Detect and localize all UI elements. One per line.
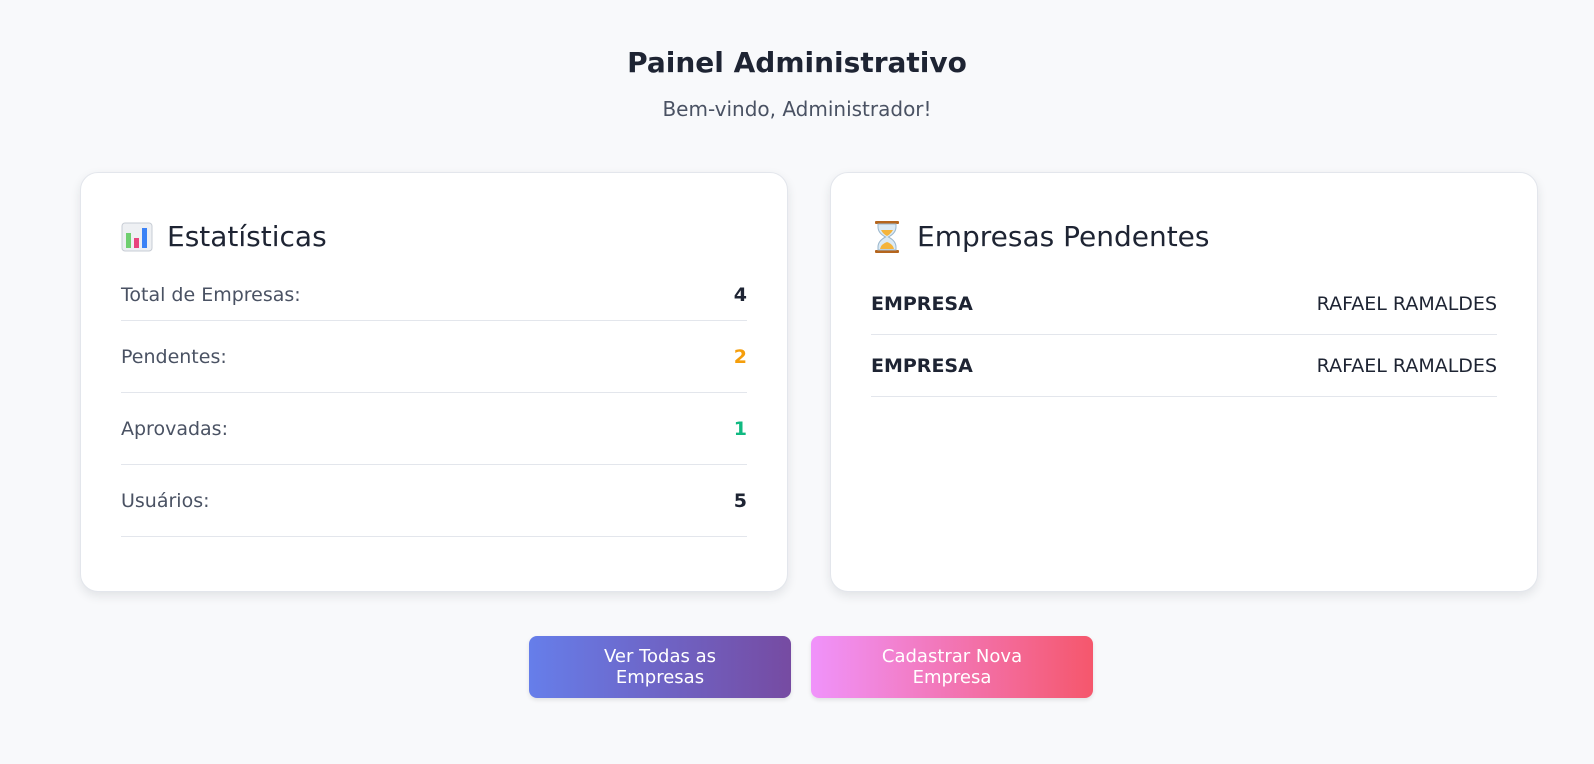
- company-owner: RAFAEL RAMALDES: [1316, 292, 1497, 315]
- hourglass-icon: [871, 220, 903, 254]
- stat-value: 5: [733, 489, 747, 512]
- pending-company-row[interactable]: EMPRESA RAFAEL RAMALDES: [871, 335, 1497, 397]
- view-all-companies-button[interactable]: Ver Todas as Empresas: [529, 636, 791, 698]
- pending-title-text: Empresas Pendentes: [917, 220, 1210, 253]
- welcome-message: Bem-vindo, Administrador!: [662, 97, 932, 121]
- register-company-button[interactable]: Cadastrar Nova Empresa: [811, 636, 1093, 698]
- company-name: EMPRESA: [871, 354, 973, 377]
- dashboard-cards: Estatísticas Total de Empresas: 4 Penden…: [80, 172, 1538, 592]
- pending-card-title: Empresas Pendentes: [871, 217, 1497, 257]
- action-buttons: Ver Todas as Empresas Cadastrar Nova Emp…: [0, 636, 1594, 698]
- statistics-title-text: Estatísticas: [167, 220, 327, 253]
- pending-company-row[interactable]: EMPRESA RAFAEL RAMALDES: [871, 269, 1497, 335]
- stat-row-pending: Pendentes: 2: [121, 321, 747, 393]
- company-name: EMPRESA: [871, 292, 973, 315]
- stat-label: Usuários:: [121, 489, 210, 512]
- stat-label: Pendentes:: [121, 345, 227, 368]
- company-owner: RAFAEL RAMALDES: [1316, 354, 1497, 377]
- stat-row-total-companies: Total de Empresas: 4: [121, 269, 747, 321]
- stat-label: Total de Empresas:: [121, 283, 301, 306]
- stat-row-users: Usuários: 5: [121, 465, 747, 537]
- statistics-card: Estatísticas Total de Empresas: 4 Penden…: [80, 172, 788, 592]
- bar-chart-icon: [121, 220, 153, 254]
- pending-companies-card: Empresas Pendentes EMPRESA RAFAEL RAMALD…: [830, 172, 1538, 592]
- statistics-card-title: Estatísticas: [121, 217, 747, 257]
- stat-value: 2: [733, 345, 747, 368]
- page-title: Painel Administrativo: [627, 46, 967, 79]
- page-header: Painel Administrativo Bem-vindo, Adminis…: [0, 0, 1594, 122]
- stat-label: Aprovadas:: [121, 417, 228, 440]
- stat-value: 4: [733, 283, 747, 306]
- stat-row-approved: Aprovadas: 1: [121, 393, 747, 465]
- stat-value: 1: [733, 417, 747, 440]
